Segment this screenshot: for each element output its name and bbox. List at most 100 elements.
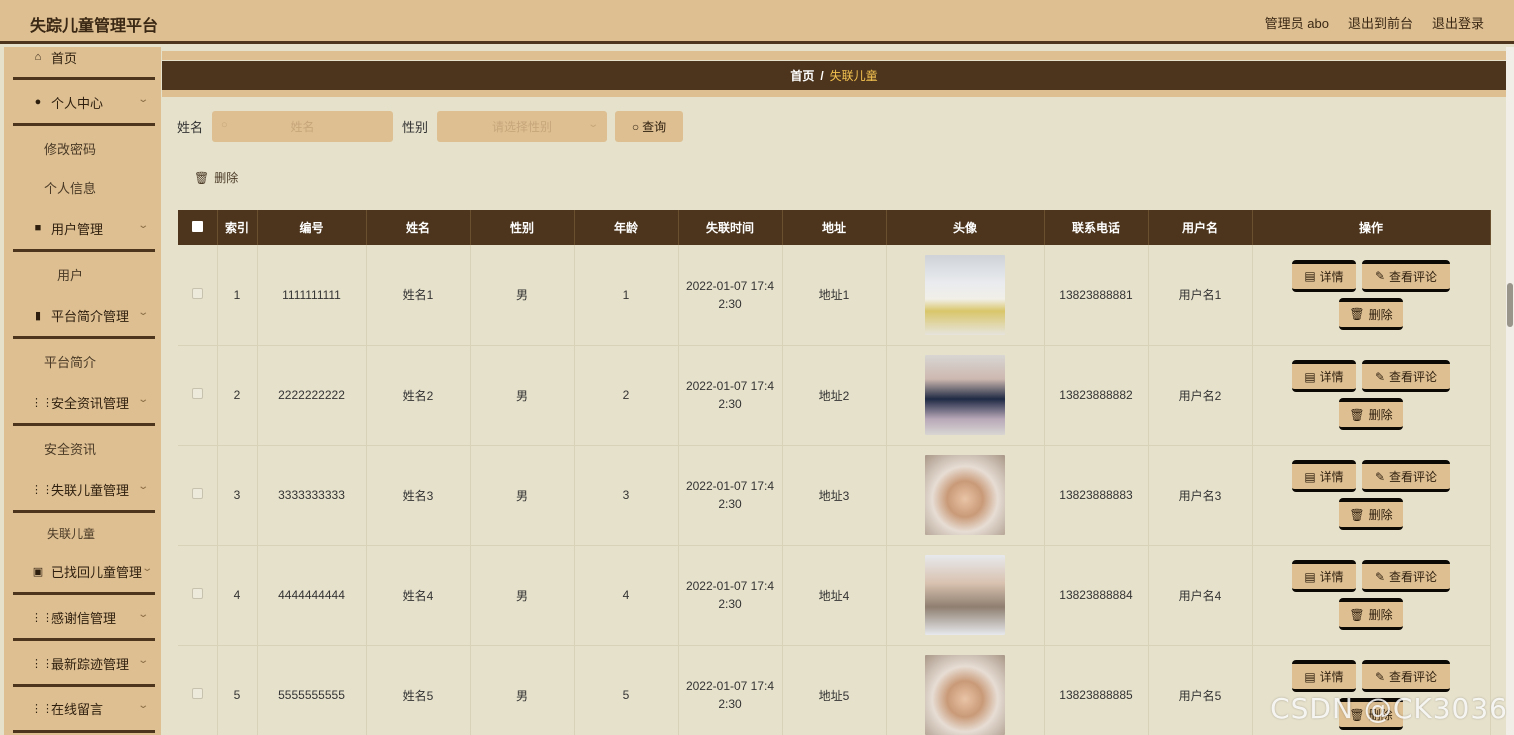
document-icon: ▤ xyxy=(1304,669,1316,684)
cell-phone: 13823888884 xyxy=(1044,545,1149,646)
sidebar-item-latest-traces-management[interactable]: ⋮⋮ 最新踪迹管理 ⌄ xyxy=(13,653,155,673)
grid-icon: ⋮⋮ xyxy=(31,657,53,670)
column-header: 失联时间 xyxy=(678,210,783,245)
sidebar-sub-personal-info[interactable]: 个人信息 xyxy=(44,178,96,197)
cell-gender: 男 xyxy=(470,645,575,735)
avatar xyxy=(925,355,1005,435)
avatar xyxy=(925,655,1005,735)
sidebar-item-home[interactable]: ⌂ 首页 xyxy=(13,47,155,67)
delete-button[interactable]: 🗑 删除 xyxy=(1339,297,1403,330)
grid-icon: ⋮⋮ xyxy=(31,483,53,496)
detail-button[interactable]: ▤ 详情 xyxy=(1292,360,1356,392)
sidebar-item-platform-intro-management[interactable]: ▮ 平台简介管理 ⌄ xyxy=(13,305,155,325)
name-input-placeholder: 姓名 xyxy=(290,120,315,134)
view-comments-button[interactable]: ✎ 查看评论 xyxy=(1362,259,1450,292)
sidebar-sub-platform-intro[interactable]: 平台简介 xyxy=(44,352,96,371)
sidebar-sub-user[interactable]: 用户 xyxy=(57,265,83,284)
column-header: 性别 xyxy=(470,210,575,245)
detail-button-label: 详情 xyxy=(1319,570,1344,584)
detail-button[interactable]: ▤ 详情 xyxy=(1292,460,1356,492)
breadcrumb-home[interactable]: 首页 xyxy=(790,67,814,84)
sidebar-item-thank-letter-management[interactable]: ⋮⋮ 感谢信管理 ⌄ xyxy=(13,607,155,627)
sidebar-item-missing-children-management[interactable]: ⋮⋮ 失联儿童管理 ⌄ xyxy=(13,479,155,499)
user-icon: ● xyxy=(34,96,42,108)
divider xyxy=(13,638,155,641)
time-line: 2022-01-07 17:4 xyxy=(685,479,775,493)
view-comments-button[interactable]: ✎ 查看评论 xyxy=(1362,560,1450,592)
detail-button[interactable]: ▤ 详情 xyxy=(1292,259,1356,292)
admin-user-link[interactable]: 管理员 abo xyxy=(1265,13,1329,32)
breadcrumb-band xyxy=(162,90,1506,97)
cell-gender: 男 xyxy=(470,545,575,646)
cell-address: 地址4 xyxy=(782,545,887,646)
column-header: 联系电话 xyxy=(1044,210,1149,245)
row-checkbox[interactable] xyxy=(178,345,218,446)
delete-button-label: 删除 xyxy=(1368,307,1393,322)
chevron-down-icon: ⌄ xyxy=(140,563,153,574)
cell-username: 用户名4 xyxy=(1148,545,1253,646)
top-bar: 失踪儿童管理平台 管理员 abo 退出到前台 退出登录 xyxy=(0,0,1514,44)
avatar xyxy=(925,455,1005,535)
briefcase-icon: ■ xyxy=(34,222,42,234)
column-header: 头像 xyxy=(886,210,1045,245)
sidebar-sub-missing-children[interactable]: 失联儿童 xyxy=(47,525,95,542)
sidebar-item-online-message[interactable]: ⋮⋮ 在线留言 ⌄ xyxy=(13,698,155,718)
delete-button[interactable]: 🗑 删除 xyxy=(1339,398,1403,430)
column-header: 操作 xyxy=(1252,210,1491,245)
cell-age: 3 xyxy=(574,445,679,546)
cell-missing-time: 2022-01-07 17:4 2:30 xyxy=(678,245,783,346)
cell-username: 用户名5 xyxy=(1148,645,1253,735)
row-checkbox[interactable] xyxy=(178,245,218,346)
sidebar-sub-change-password[interactable]: 修改密码 xyxy=(44,139,96,158)
cell-index: 5 xyxy=(217,645,258,735)
column-header: 索引 xyxy=(217,210,258,245)
logout-link[interactable]: 退出登录 xyxy=(1432,13,1484,32)
divider xyxy=(13,249,155,252)
edit-icon: ✎ xyxy=(1374,269,1386,284)
sidebar-item-safety-news-management[interactable]: ⋮⋮ 安全资讯管理 ⌄ xyxy=(13,392,155,412)
table-row: 2 2222222222 姓名2 男 2 2022-01-07 17:4 2:30 地址2 13… xyxy=(178,345,1491,446)
query-button-label: 查询 xyxy=(642,120,667,134)
gender-select[interactable]: 请选择性别 ⌄ xyxy=(437,111,608,142)
chevron-down-icon: ⌄ xyxy=(136,609,149,620)
trash-icon: 🗑 xyxy=(194,170,210,185)
cell-missing-time: 2022-01-07 17:4 2:30 xyxy=(678,345,783,446)
delete-button-label: 删除 xyxy=(1368,408,1393,422)
divider xyxy=(13,123,155,126)
cell-code: 2222222222 xyxy=(257,345,367,446)
avatar xyxy=(925,254,1005,335)
book-icon: ▮ xyxy=(34,309,42,322)
row-checkbox[interactable] xyxy=(178,445,218,546)
row-checkbox[interactable] xyxy=(178,645,218,735)
cell-username: 用户名1 xyxy=(1148,245,1253,346)
search-form: 姓名 ○ 姓名 性别 请选择性别 ⌄ ○ 查询 xyxy=(177,111,684,142)
time-line: 2022-01-07 17:4 xyxy=(685,379,775,393)
document-icon: ▤ xyxy=(1304,269,1316,284)
sidebar-sub-safety-news[interactable]: 安全资讯 xyxy=(44,439,96,458)
query-button[interactable]: ○ 查询 xyxy=(615,111,684,142)
batch-delete-button[interactable]: 🗑 删除 xyxy=(194,169,238,186)
view-comments-label: 查看评论 xyxy=(1389,370,1438,384)
app-title: 失踪儿童管理平台 xyxy=(30,18,159,35)
table-row: 1 1111111111 姓名1 男 1 2022-01-07 17:4 2:30 地址1 13… xyxy=(178,245,1491,346)
name-label: 姓名 xyxy=(177,120,204,135)
sidebar-item-personal-center[interactable]: ● 个人中心 ⌄ xyxy=(13,92,155,112)
exit-to-frontend-link[interactable]: 退出到前台 xyxy=(1348,13,1413,32)
cell-phone: 13823888882 xyxy=(1044,345,1149,446)
view-comments-button[interactable]: ✎ 查看评论 xyxy=(1362,660,1450,692)
detail-button[interactable]: ▤ 详情 xyxy=(1292,660,1356,692)
sidebar-item-user-management[interactable]: ■ 用户管理 ⌄ xyxy=(13,218,155,238)
sidebar-item-found-children-management[interactable]: ▣ 已找回儿童管理 ⌄ xyxy=(13,561,155,581)
scrollbar-thumb[interactable] xyxy=(1507,283,1513,327)
delete-button[interactable]: 🗑 删除 xyxy=(1339,498,1403,530)
name-input[interactable]: ○ 姓名 xyxy=(212,111,394,142)
delete-button[interactable]: 🗑 删除 xyxy=(1339,598,1403,630)
detail-button[interactable]: ▤ 详情 xyxy=(1292,560,1356,592)
column-header: 编号 xyxy=(257,210,367,245)
vertical-scrollbar[interactable] xyxy=(1506,47,1514,735)
row-checkbox[interactable] xyxy=(178,545,218,646)
view-comments-button[interactable]: ✎ 查看评论 xyxy=(1362,460,1450,492)
view-comments-button[interactable]: ✎ 查看评论 xyxy=(1362,360,1450,392)
view-comments-label: 查看评论 xyxy=(1389,670,1438,684)
select-all-checkbox[interactable] xyxy=(178,210,218,245)
